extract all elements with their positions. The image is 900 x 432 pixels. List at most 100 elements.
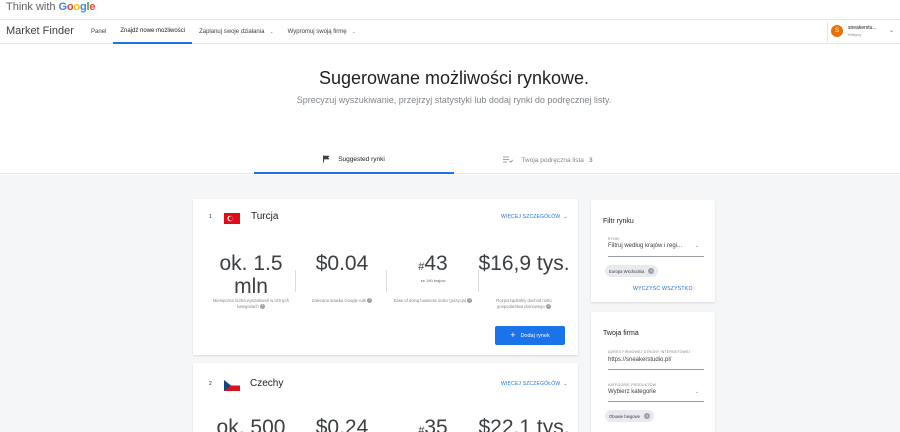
brand-prefix: Think with xyxy=(6,1,56,13)
shortlist-count-badge: 3 xyxy=(588,157,593,164)
details-label: WIĘCEJ SZCZEGÓŁÓW xyxy=(501,214,561,220)
nav-label: Wypromuj swoją firmę xyxy=(287,29,347,35)
google-logo-text: Google xyxy=(58,1,96,13)
add-market-label: Dodaj rynek xyxy=(520,332,550,339)
account-switcher[interactable]: S sneakerstu... Witryny ⌄ xyxy=(827,22,899,42)
market-filter-select[interactable]: Filtruj według krajów i regi... xyxy=(608,243,682,249)
market-filter-panel: Filtr rynku RYNKI Filtruj według krajów … xyxy=(591,200,715,302)
plus-icon: + xyxy=(510,330,516,340)
stat-value: ok. 1.5 mln xyxy=(219,252,283,299)
chevron-down-icon: ⌄ xyxy=(563,214,568,220)
website-field[interactable]: https://sneakerstudio.pl/ xyxy=(608,357,671,363)
chevron-down-icon: ⌄ xyxy=(889,28,895,34)
market-rank: 1 xyxy=(209,214,212,220)
chevron-down-icon: ⌄ xyxy=(351,29,356,35)
avatar: S xyxy=(831,25,843,37)
main-nav: Panel Znajdź nowe możliwości Zaplanuj sw… xyxy=(84,20,363,44)
field-underline xyxy=(608,401,704,402)
help-icon[interactable]: ? xyxy=(259,304,265,310)
chevron-down-icon: ⌄ xyxy=(695,389,700,395)
field-underline xyxy=(608,369,704,370)
help-icon[interactable]: ? xyxy=(467,298,473,304)
more-details-link[interactable]: WIĘCEJ SZCZEGÓŁÓW ⌄ xyxy=(498,214,568,220)
nav-label: Znajdź nowe możliwości xyxy=(120,28,186,34)
playlist-icon xyxy=(503,156,514,165)
page-subtitle: Sprecyzuj wyszukiwanie, przejrzyj statys… xyxy=(296,95,612,105)
nav-promote-business[interactable]: Wypromuj swoją firmę ⌄ xyxy=(281,20,363,44)
close-icon[interactable]: × xyxy=(643,413,650,419)
stat-recommended-bid: $0.04 xyxy=(301,252,383,275)
stat-search-volume: ok. 500 xyxy=(211,416,291,432)
stat-search-volume: ok. 1.5 mln xyxy=(211,252,291,298)
help-icon[interactable]: ? xyxy=(545,304,551,310)
stat-household-income: $22,1 tys. xyxy=(475,416,573,432)
chevron-down-icon: ⌄ xyxy=(269,29,274,35)
stat-description: Ease of doing business index (pozycja) ? xyxy=(391,298,475,304)
stat-value: $0.24 xyxy=(315,416,369,432)
country-name: Turcja xyxy=(251,211,279,222)
category-select[interactable]: Wybierz kategorie xyxy=(608,389,656,395)
app-title[interactable]: Market Finder xyxy=(6,25,74,37)
czech-flag-icon xyxy=(224,378,240,391)
add-market-button[interactable]: + Dodaj rynek xyxy=(495,326,565,345)
field-underline xyxy=(608,256,704,257)
market-card: 1 Turcja WIĘCEJ SZCZEGÓŁÓW ⌄ ok. 1.5 mln … xyxy=(193,199,578,355)
panel-title: Twoja firma xyxy=(603,330,639,337)
stat-subtext: ze 190 krajów xyxy=(420,278,446,284)
tab-label: Suggested rynki xyxy=(338,156,385,163)
app-header: Market Finder Panel Znajdź nowe możliwoś… xyxy=(0,19,900,44)
account-subtitle: Witryny xyxy=(848,32,862,37)
nav-plan-actions[interactable]: Zaplanuj swoje działania ⌄ xyxy=(192,20,281,44)
country-name: Czechy xyxy=(250,378,284,389)
stat-household-income: $16,9 tys. xyxy=(475,252,573,275)
think-with-google-logo[interactable]: Think with Google xyxy=(6,0,95,14)
tab-shortlist[interactable]: Twoja podręczna lista 3 xyxy=(478,147,618,174)
clear-all-button[interactable]: WYCZYŚĆ WSZYSTKO xyxy=(633,286,693,292)
market-rank: 2 xyxy=(209,381,212,387)
tab-label: Twoja podręczna lista xyxy=(521,157,584,164)
stat-value: 35 xyxy=(424,416,448,432)
turkey-flag-icon xyxy=(224,211,240,224)
stat-value: $16,9 tys. xyxy=(478,252,570,275)
stat-ease-of-business: #43 ze 190 krajów xyxy=(391,252,475,283)
stat-desc-text: Rozporządzalny dochód netto gospodarstwa… xyxy=(496,298,552,309)
nav-label: Panel xyxy=(91,29,107,35)
stat-value: ok. 500 xyxy=(216,416,286,432)
close-icon[interactable]: × xyxy=(648,268,655,274)
market-card: 2 Czechy WIĘCEJ SZCZEGÓŁÓW ⌄ ok. 500 $0.2… xyxy=(193,363,578,432)
stat-desc-text: Zalecana stawka Google Ads xyxy=(311,298,367,303)
chip-label: Europa Wschodnia xyxy=(609,268,645,274)
more-details-link[interactable]: WIĘCEJ SZCZEGÓŁÓW ⌄ xyxy=(498,381,568,387)
divider xyxy=(295,270,296,292)
account-name: sneakerstu... xyxy=(848,25,877,31)
stat-description: Rozporządzalny dochód netto gospodarstwa… xyxy=(483,298,565,310)
chevron-down-icon: ⌄ xyxy=(695,243,700,249)
nav-label: Zaplanuj swoje działania xyxy=(199,29,265,35)
nav-find-opportunities[interactable]: Znajdź nowe możliwości xyxy=(113,20,193,44)
stat-recommended-bid: $0.24 xyxy=(301,416,383,432)
stat-description: Zalecana stawka Google Ads ? xyxy=(301,298,383,304)
stat-value: $0.04 xyxy=(315,252,369,275)
stat-value: 43 xyxy=(424,252,448,275)
details-label: WIĘCEJ SZCZEGÓŁÓW xyxy=(501,381,561,387)
stat-value: $22,1 tys. xyxy=(478,416,570,432)
stat-ease-of-business: #35 xyxy=(391,416,475,432)
nav-panel[interactable]: Panel xyxy=(84,20,113,44)
chevron-down-icon: ⌄ xyxy=(563,381,568,387)
tab-bar: Suggested rynki Twoja podręczna lista 3 xyxy=(0,147,900,174)
stat-desc-text: Miesięczna liczba wyszukiwań w różnych k… xyxy=(212,298,290,309)
business-panel: Twoja firma ADRES FIRMOWEJ STRONY INTERN… xyxy=(591,312,715,432)
field-label: RYNKI xyxy=(608,237,620,241)
filter-chip[interactable]: Europa Wschodnia × xyxy=(605,265,659,277)
tab-suggested-markets[interactable]: Suggested rynki xyxy=(254,147,454,174)
panel-title: Filtr rynku xyxy=(603,218,634,225)
field-label: KATEGORIE PRODUKTÓW xyxy=(608,383,657,387)
stat-desc-text: Ease of doing business index (pozycja) xyxy=(393,298,467,303)
page-title: Sugerowane możliwości rynkowe. xyxy=(318,68,590,88)
stat-description: Miesięczna liczba wyszukiwań w różnych k… xyxy=(211,298,291,310)
help-icon[interactable]: ? xyxy=(367,298,373,304)
flag-icon xyxy=(323,155,330,165)
divider xyxy=(386,270,387,292)
category-chip[interactable]: Obuwie biegowe × xyxy=(605,410,654,422)
chip-label: Obuwie biegowe xyxy=(609,413,640,419)
